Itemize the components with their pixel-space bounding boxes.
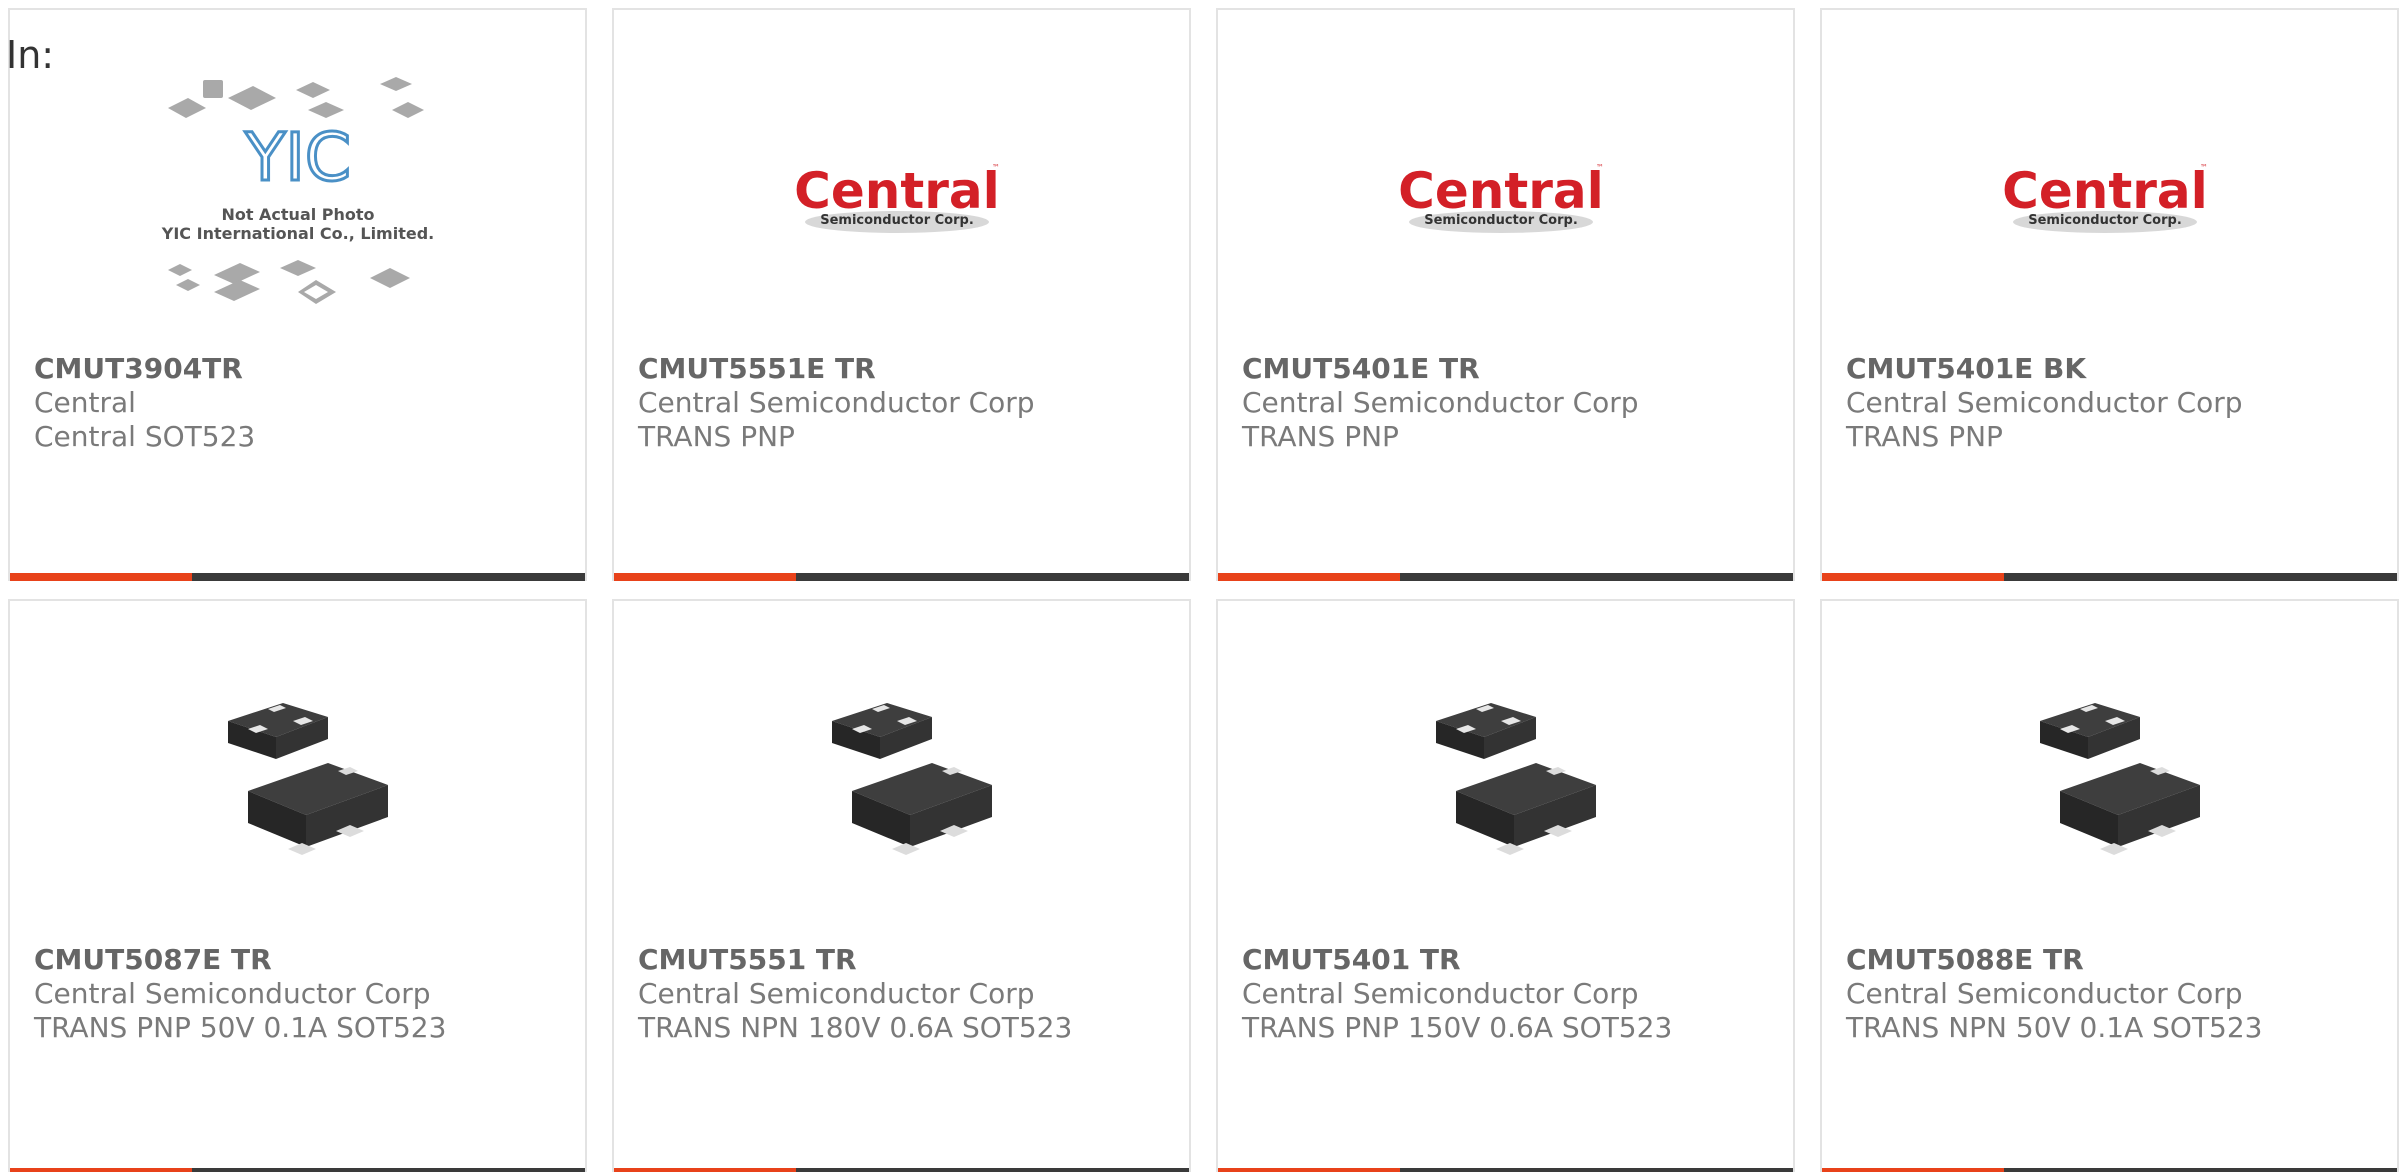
part-number[interactable]: CMUT3904TR: [34, 352, 575, 386]
sot523-package-icon: [1822, 641, 2397, 941]
sot523-package-icon: [10, 641, 585, 941]
central-logo-icon: Central ™ Semiconductor Corp.: [614, 50, 1189, 350]
part-number[interactable]: CMUT5088E TR: [1846, 943, 2387, 977]
product-card[interactable]: Central ™ Semiconductor Corp. CMUT5401E …: [1216, 8, 1795, 581]
part-number[interactable]: CMUT5087E TR: [34, 943, 575, 977]
manufacturer: Central Semiconductor Corp: [1242, 977, 1639, 1010]
product-card[interactable]: Central ™ Semiconductor Corp. CMUT5551E …: [612, 8, 1191, 581]
svg-text:™: ™: [1596, 163, 1604, 172]
product-card[interactable]: YIC Not Actual Photo YIC International C…: [8, 8, 587, 581]
manufacturer: Central Semiconductor Corp: [1846, 386, 2243, 419]
svg-text:Semiconductor Corp.: Semiconductor Corp.: [1424, 213, 1578, 228]
card-accent-bar: [614, 573, 1189, 581]
card-accent-bar: [10, 1168, 585, 1172]
card-accent-bar: [614, 1168, 1189, 1172]
card-accent-bar: [1218, 573, 1793, 581]
description: TRANS PNP 50V 0.1A SOT523: [34, 1011, 447, 1044]
filter-label: In:: [6, 33, 55, 77]
central-logo-icon: Central ™ Semiconductor Corp.: [1218, 50, 1793, 350]
product-grid: YIC Not Actual Photo YIC International C…: [8, 8, 2399, 1172]
part-number[interactable]: CMUT5401 TR: [1242, 943, 1783, 977]
product-card[interactable]: CMUT5087E TR Central Semiconductor Corp …: [8, 599, 587, 1172]
card-accent-bar: [10, 573, 585, 581]
description: TRANS PNP 150V 0.6A SOT523: [1242, 1011, 1673, 1044]
yic-logo-icon: YIC: [244, 119, 351, 196]
description: TRANS PNP: [1846, 420, 2003, 453]
svg-text:Central: Central: [794, 162, 1000, 220]
central-logo-icon: Central ™ Semiconductor Corp.: [1822, 50, 2397, 350]
manufacturer: Central Semiconductor Corp: [1242, 386, 1639, 419]
product-card[interactable]: CMUT5088E TR Central Semiconductor Corp …: [1820, 599, 2399, 1172]
description: TRANS NPN 50V 0.1A SOT523: [1846, 1011, 2263, 1044]
product-card[interactable]: CMUT5401 TR Central Semiconductor Corp T…: [1216, 599, 1795, 1172]
svg-text:Semiconductor Corp.: Semiconductor Corp.: [820, 213, 974, 228]
manufacturer: Central Semiconductor Corp: [638, 977, 1035, 1010]
card-accent-bar: [1218, 1168, 1793, 1172]
description: TRANS PNP: [1242, 420, 1399, 453]
product-card[interactable]: CMUT5551 TR Central Semiconductor Corp T…: [612, 599, 1191, 1172]
part-number[interactable]: CMUT5401E BK: [1846, 352, 2387, 386]
svg-text:™: ™: [2200, 163, 2208, 172]
part-number[interactable]: CMUT5551E TR: [638, 352, 1179, 386]
product-image-placeholder: YIC Not Actual Photo YIC International C…: [10, 50, 585, 350]
card-accent-bar: [1822, 573, 2397, 581]
svg-text:Not Actual Photo: Not Actual Photo: [221, 205, 374, 224]
description: TRANS PNP: [638, 420, 795, 453]
sot523-package-icon: [614, 641, 1189, 941]
manufacturer: Central Semiconductor Corp: [1846, 977, 2243, 1010]
manufacturer: Central Semiconductor Corp: [34, 977, 431, 1010]
description: TRANS NPN 180V 0.6A SOT523: [638, 1011, 1073, 1044]
card-accent-bar: [1822, 1168, 2397, 1172]
svg-text:Central: Central: [1398, 162, 1604, 220]
description: Central SOT523: [34, 420, 256, 453]
svg-text:YIC International Co., Limited: YIC International Co., Limited.: [160, 224, 433, 243]
svg-text:Semiconductor Corp.: Semiconductor Corp.: [2028, 213, 2182, 228]
part-number[interactable]: CMUT5401E TR: [1242, 352, 1783, 386]
manufacturer: Central Semiconductor Corp: [638, 386, 1035, 419]
svg-text:™: ™: [992, 163, 1000, 172]
product-card[interactable]: Central ™ Semiconductor Corp. CMUT5401E …: [1820, 8, 2399, 581]
svg-text:Central: Central: [2002, 162, 2208, 220]
sot523-package-icon: [1218, 641, 1793, 941]
part-number[interactable]: CMUT5551 TR: [638, 943, 1179, 977]
manufacturer: Central: [34, 386, 136, 419]
